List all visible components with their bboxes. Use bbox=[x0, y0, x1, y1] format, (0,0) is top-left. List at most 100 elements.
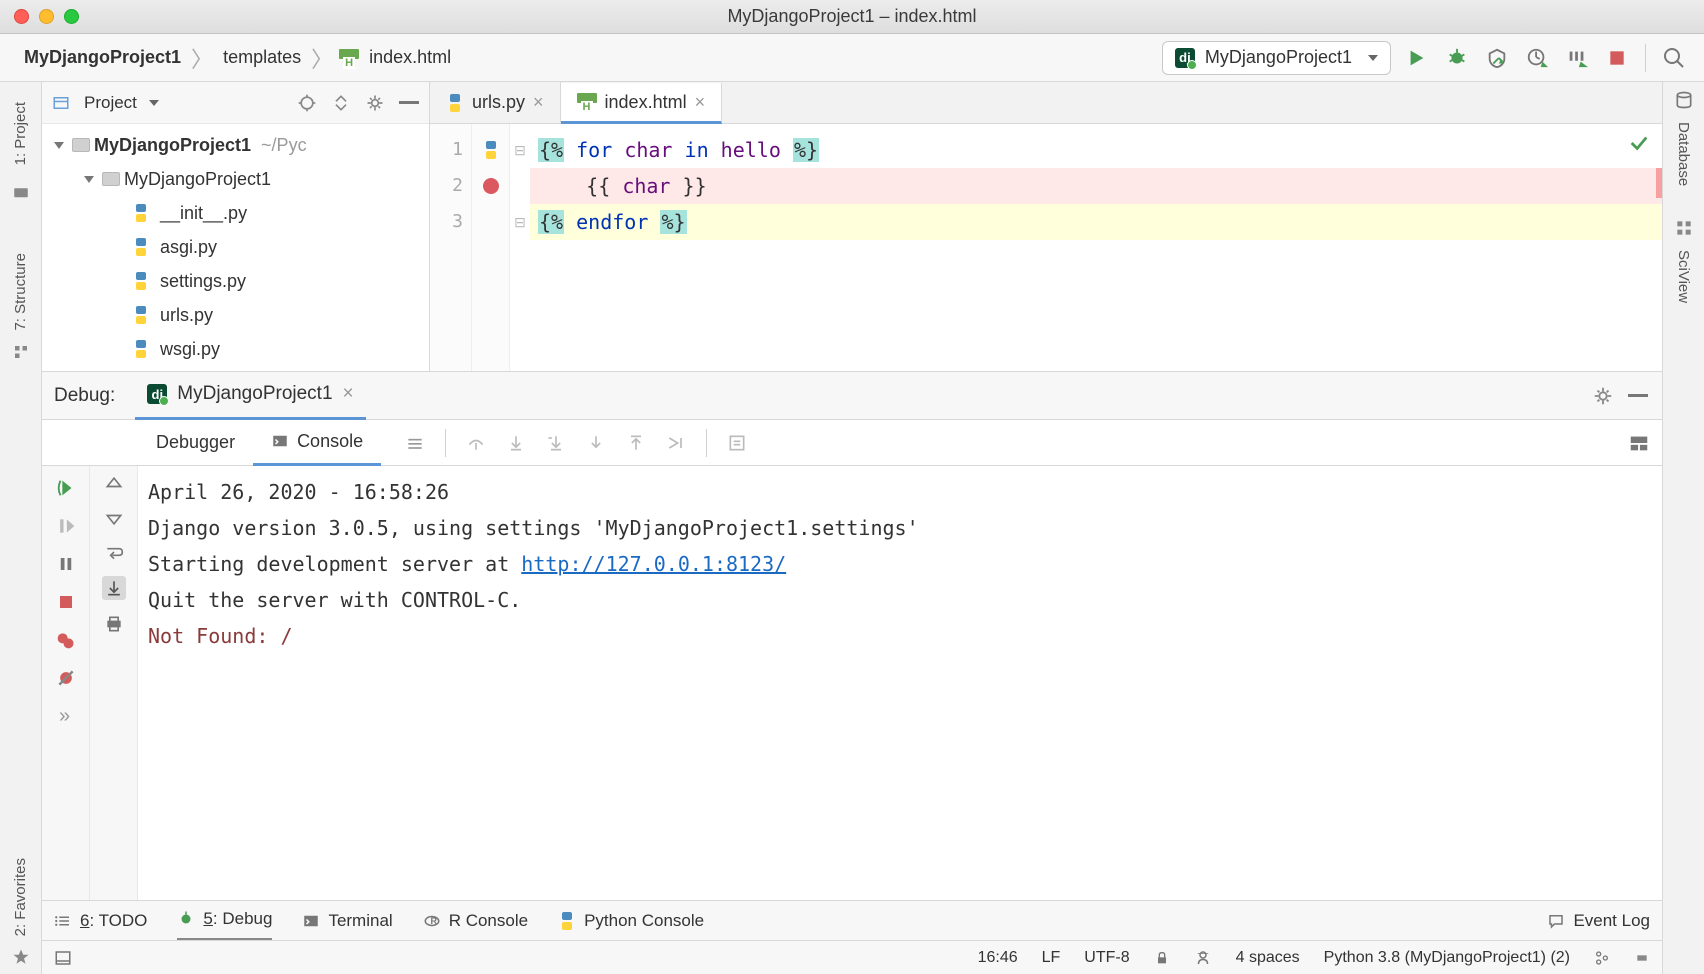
tree-file-item[interactable]: urls.py bbox=[42, 298, 429, 332]
tree-file-item[interactable]: __init__.py bbox=[42, 196, 429, 230]
python-console-tool-button[interactable]: Python Console bbox=[558, 911, 704, 931]
print-icon[interactable] bbox=[104, 614, 124, 634]
tree-file-label: urls.py bbox=[154, 305, 213, 326]
branch-status-icon[interactable] bbox=[1594, 950, 1610, 966]
editor-tab-urls[interactable]: urls.py × bbox=[430, 82, 561, 123]
step-into-icon[interactable] bbox=[506, 433, 526, 453]
expand-arrow-icon bbox=[54, 142, 64, 149]
favorites-tool-button[interactable]: 2: Favorites bbox=[12, 846, 29, 948]
concurrency-button[interactable] bbox=[1565, 46, 1589, 70]
more-actions-button[interactable]: » bbox=[52, 702, 80, 730]
minimize-window-button[interactable] bbox=[39, 9, 54, 24]
soft-wrap-icon[interactable] bbox=[104, 542, 124, 562]
tree-file-item[interactable]: settings.py bbox=[42, 264, 429, 298]
status-time[interactable]: 16:46 bbox=[978, 949, 1018, 967]
memory-icon[interactable] bbox=[1634, 950, 1650, 966]
gutter-row[interactable] bbox=[472, 132, 509, 168]
status-encoding[interactable]: UTF-8 bbox=[1084, 949, 1129, 967]
hide-button[interactable] bbox=[1628, 394, 1648, 397]
tree-file-label: settings.py bbox=[154, 271, 246, 292]
profile-button[interactable] bbox=[1525, 46, 1549, 70]
console-line: April 26, 2020 - 16:58:26 bbox=[148, 474, 1652, 510]
status-line-separator[interactable]: LF bbox=[1042, 949, 1061, 967]
hide-button[interactable] bbox=[399, 101, 419, 104]
maximize-window-button[interactable] bbox=[64, 9, 79, 24]
project-tool-button[interactable]: 1: Project bbox=[12, 90, 29, 177]
tree-root[interactable]: MyDjangoProject1 ~/Pyc bbox=[42, 128, 429, 162]
stop-button[interactable] bbox=[52, 588, 80, 616]
tree-file-item[interactable]: wsgi.py bbox=[42, 332, 429, 366]
debugger-tab[interactable]: Debugger bbox=[138, 420, 253, 466]
mute-breakpoints-button[interactable] bbox=[52, 664, 80, 692]
inspector-icon[interactable] bbox=[1194, 949, 1212, 967]
status-interpreter[interactable]: Python 3.8 (MyDjangoProject1) (2) bbox=[1324, 949, 1570, 967]
scroll-to-end-button[interactable] bbox=[102, 576, 126, 600]
tree-file-item[interactable]: asgi.py bbox=[42, 230, 429, 264]
console-output[interactable]: April 26, 2020 - 16:58:26 Django version… bbox=[138, 466, 1662, 900]
fold-toggle[interactable]: ⊟ bbox=[510, 132, 530, 168]
close-tab-icon[interactable]: × bbox=[695, 92, 706, 113]
toolbar-sep-icon[interactable] bbox=[405, 433, 425, 453]
error-stripe-marker[interactable] bbox=[1656, 168, 1662, 198]
view-breakpoints-button[interactable] bbox=[52, 626, 80, 654]
run-to-cursor-icon[interactable] bbox=[666, 433, 686, 453]
run-configuration-selector[interactable]: dj MyDjangoProject1 bbox=[1162, 41, 1391, 75]
variable: char bbox=[622, 174, 670, 198]
up-arrow-icon[interactable] bbox=[104, 474, 124, 494]
gutter-row[interactable] bbox=[472, 204, 509, 240]
console-tab[interactable]: Console bbox=[253, 420, 381, 466]
template-delim: %} bbox=[660, 210, 686, 234]
status-indent[interactable]: 4 spaces bbox=[1236, 949, 1300, 967]
rerun-button[interactable] bbox=[52, 474, 80, 502]
editor-tab-index[interactable]: index.html × bbox=[561, 83, 723, 124]
close-tab-icon[interactable]: × bbox=[343, 383, 354, 405]
breakpoint[interactable] bbox=[472, 168, 509, 204]
breadcrumb-separator: 〉 bbox=[191, 42, 213, 74]
todo-tool-button[interactable]: 6: TODO bbox=[54, 911, 147, 931]
force-step-into-icon[interactable] bbox=[586, 433, 606, 453]
event-log-button[interactable]: Event Log bbox=[1547, 911, 1650, 931]
tab-label: urls.py bbox=[472, 92, 525, 113]
run-configuration-name: MyDjangoProject1 bbox=[1205, 47, 1352, 68]
settings-icon[interactable] bbox=[365, 93, 385, 113]
debug-tool-button[interactable]: 5: Debug bbox=[177, 901, 272, 941]
structure-tool-button[interactable]: 7: Structure bbox=[12, 241, 29, 343]
settings-icon[interactable] bbox=[1592, 385, 1614, 407]
project-tool-window: Project MyDjangoProject1 ~/Pyc bbox=[42, 82, 430, 371]
window-controls bbox=[0, 9, 79, 24]
layout-icon[interactable] bbox=[1628, 432, 1650, 454]
tree-folder-item[interactable]: MyDjangoProject1 bbox=[42, 162, 429, 196]
project-view-selector[interactable]: Project bbox=[84, 93, 159, 113]
close-window-button[interactable] bbox=[14, 9, 29, 24]
run-coverage-button[interactable] bbox=[1485, 46, 1509, 70]
locate-icon[interactable] bbox=[297, 93, 317, 113]
breadcrumb-folder[interactable]: templates bbox=[219, 47, 305, 68]
breadcrumb-root[interactable]: MyDjangoProject1 bbox=[20, 47, 185, 68]
terminal-tool-button[interactable]: Terminal bbox=[302, 911, 392, 931]
down-arrow-icon[interactable] bbox=[104, 508, 124, 528]
fold-end[interactable]: ⊟ bbox=[510, 204, 530, 240]
step-out-icon[interactable] bbox=[626, 433, 646, 453]
sciview-tool-button[interactable]: SciView bbox=[1675, 238, 1692, 315]
step-over-icon[interactable] bbox=[466, 433, 486, 453]
console-url[interactable]: http://127.0.0.1:8123/ bbox=[521, 552, 786, 576]
breadcrumb-file[interactable]: index.html bbox=[365, 47, 455, 68]
tool-windows-icon[interactable] bbox=[54, 949, 72, 967]
debug-session-tab[interactable]: dj MyDjangoProject1 × bbox=[135, 372, 365, 420]
database-tool-button[interactable]: Database bbox=[1675, 110, 1692, 198]
step-into-my-icon[interactable] bbox=[546, 433, 566, 453]
debug-button[interactable] bbox=[1445, 46, 1469, 70]
resume-button[interactable] bbox=[52, 512, 80, 540]
run-button[interactable] bbox=[1405, 46, 1429, 70]
code-text-area[interactable]: {% for char in hello %} {{ char }} {% en… bbox=[530, 124, 1662, 371]
pause-button[interactable] bbox=[52, 550, 80, 578]
evaluate-icon[interactable] bbox=[727, 433, 747, 453]
search-everywhere-button[interactable] bbox=[1662, 46, 1686, 70]
titlebar: MyDjangoProject1 – index.html bbox=[0, 0, 1704, 34]
expand-all-icon[interactable] bbox=[331, 93, 351, 113]
lock-icon[interactable] bbox=[1154, 950, 1170, 966]
r-console-tool-button[interactable]: RR Console bbox=[423, 911, 528, 931]
close-tab-icon[interactable]: × bbox=[533, 92, 544, 113]
inspection-ok-icon[interactable] bbox=[1628, 132, 1650, 154]
stop-button[interactable] bbox=[1605, 46, 1629, 70]
